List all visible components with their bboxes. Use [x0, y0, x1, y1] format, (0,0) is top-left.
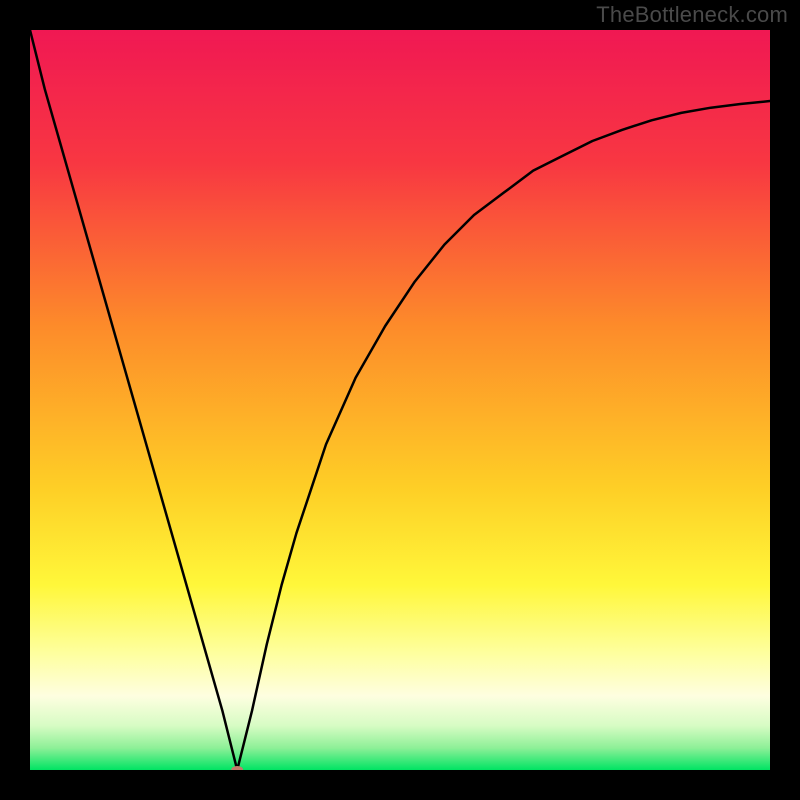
chart-background	[30, 30, 770, 770]
chart-root: TheBottleneck.com	[0, 0, 800, 800]
plot-area	[30, 30, 770, 770]
chart-svg	[30, 30, 770, 770]
watermark-text: TheBottleneck.com	[596, 2, 788, 28]
